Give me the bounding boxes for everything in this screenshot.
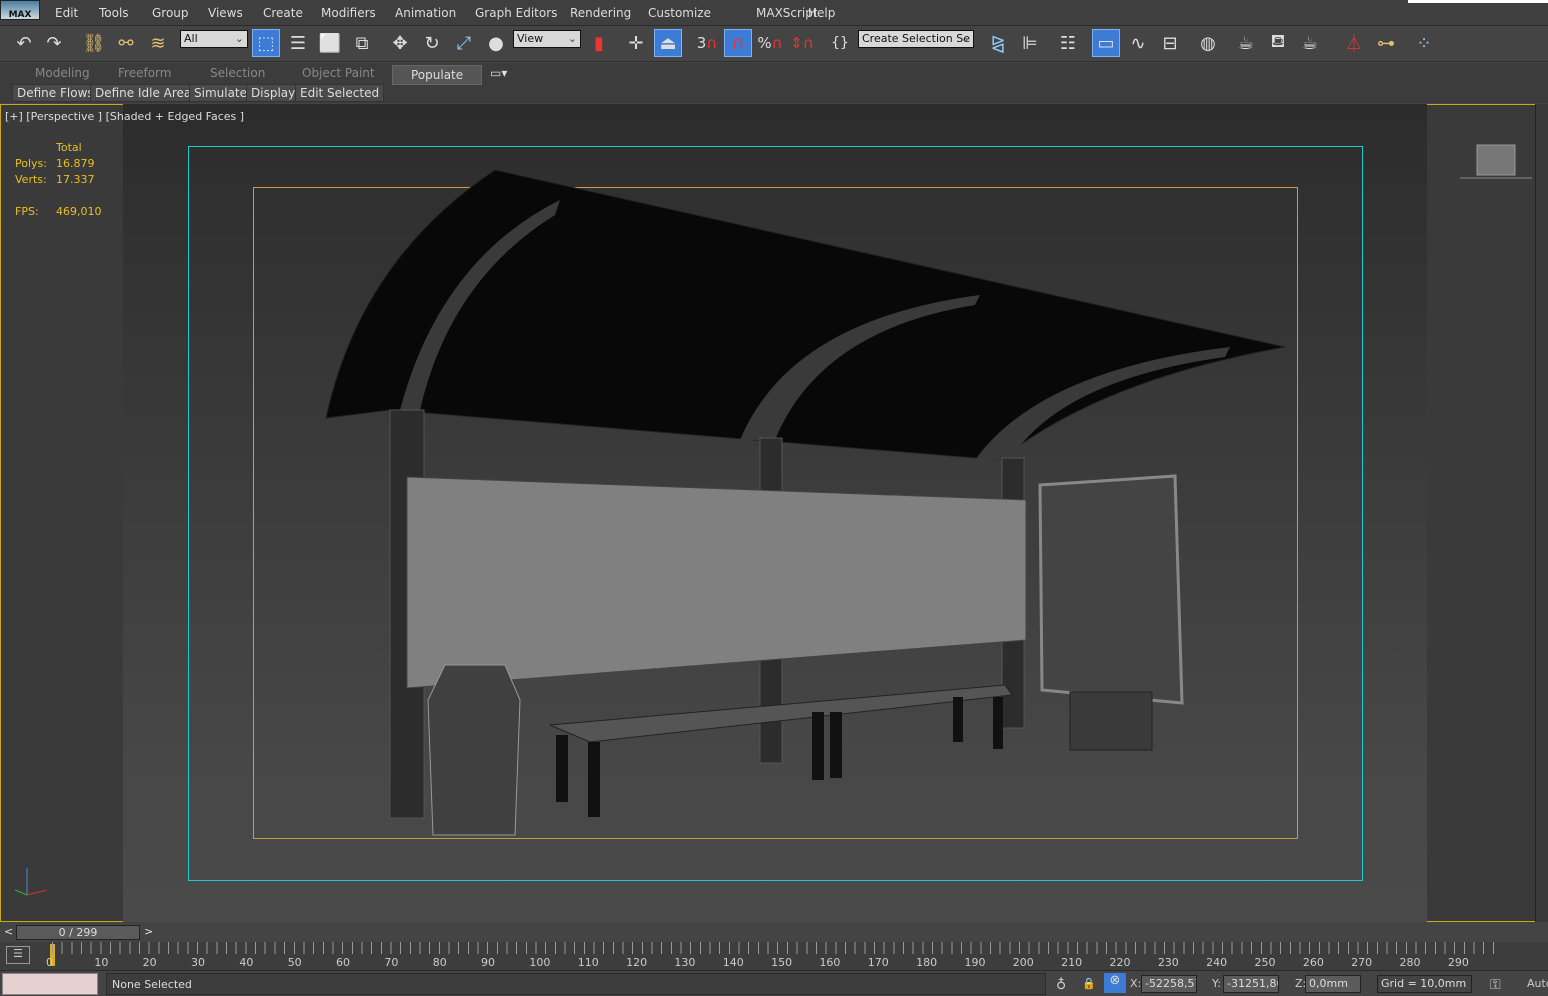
timeline-tick-label: 80 — [432, 956, 447, 969]
y-label: Y: — [1212, 977, 1221, 990]
timeline-tick-label: 70 — [384, 956, 399, 969]
timeline-tick-label: 170 — [867, 956, 889, 969]
selection-lock-icon[interactable]: 🔒 — [1082, 977, 1096, 990]
command-panel-collapsed[interactable] — [1535, 104, 1548, 922]
bench-leg — [993, 697, 1003, 749]
timeline-tick-label: 30 — [191, 956, 206, 969]
bench-leg — [588, 742, 600, 817]
timeline-tick-label: 10 — [94, 956, 109, 969]
timeline-tick-label: 140 — [722, 956, 744, 969]
timeline-tick-label: 60 — [336, 956, 351, 969]
timeline-tick-label: 160 — [819, 956, 841, 969]
mini-curve-editor-icon[interactable]: ☰ — [6, 946, 30, 964]
timeline-tick-label: 250 — [1254, 956, 1276, 969]
timeline-tick-label: 240 — [1206, 956, 1228, 969]
axis-tripod-icon — [14, 868, 48, 896]
timeline-tick-label: 220 — [1109, 956, 1131, 969]
track-ticks — [52, 942, 1502, 954]
ad-board — [1038, 474, 1184, 705]
timeline-tick-label: 150 — [771, 956, 793, 969]
next-frame-button[interactable]: > — [144, 925, 153, 938]
trash-bin — [427, 664, 521, 836]
timeline-tick-label: 110 — [577, 956, 599, 969]
auto-key-button[interactable]: Auto — [1527, 977, 1548, 990]
timeline-tick-label: 0 — [46, 956, 53, 969]
timeline-tick-label: 260 — [1302, 956, 1324, 969]
z-coordinate-field[interactable]: 0,0mm — [1305, 975, 1361, 993]
y-coordinate-field[interactable]: -31251,863 — [1223, 975, 1279, 993]
timeline-tick-label: 120 — [626, 956, 648, 969]
scene-geometry — [14, 144, 1532, 896]
timeline-tick-label: 210 — [1061, 956, 1083, 969]
shelter-roof — [325, 169, 1286, 461]
ad-board-base — [1069, 691, 1153, 751]
timeline-tick-label: 280 — [1399, 956, 1421, 969]
bench-leg — [556, 735, 568, 802]
x-label: X: — [1130, 977, 1142, 990]
previous-frame-button[interactable]: < — [4, 925, 13, 938]
bench-leg — [953, 697, 963, 742]
time-slider[interactable]: 0 / 299 — [16, 925, 140, 940]
time-slider-bar: < > — [0, 922, 1548, 942]
set-key-icon[interactable]: ⚿ — [1490, 977, 1501, 993]
bench-leg — [812, 712, 824, 780]
selection-status: None Selected — [106, 973, 1046, 995]
timeline-tick-label: 100 — [529, 956, 551, 969]
grid-size-display: Grid = 10,0mm — [1377, 975, 1472, 993]
timeline-tick-label: 290 — [1447, 956, 1469, 969]
timeline-tick-label: 40 — [239, 956, 254, 969]
bench-leg — [830, 712, 842, 778]
timeline-tick-label: 90 — [481, 956, 496, 969]
timeline-tick-label: 130 — [674, 956, 696, 969]
timeline-tick-label: 180 — [916, 956, 938, 969]
timeline-tick-label: 230 — [1157, 956, 1179, 969]
bus-shelter — [325, 169, 1286, 836]
absolute-mode-transform-icon[interactable]: ⊗ — [1104, 973, 1126, 993]
maxscript-listener-mini[interactable] — [2, 973, 98, 995]
back-panel — [406, 476, 1027, 689]
isolate-selection-icon[interactable]: ♁ — [1056, 977, 1066, 993]
timeline-tick-label: 270 — [1351, 956, 1373, 969]
viewcube-icon[interactable] — [1460, 144, 1532, 179]
x-coordinate-field[interactable]: -52258,574 — [1141, 975, 1197, 993]
timeline-tick-label: 50 — [287, 956, 302, 969]
timeline-tick-label: 200 — [1012, 956, 1034, 969]
timeline-tick-label: 20 — [142, 956, 157, 969]
timeline-tick-label: 190 — [964, 956, 986, 969]
